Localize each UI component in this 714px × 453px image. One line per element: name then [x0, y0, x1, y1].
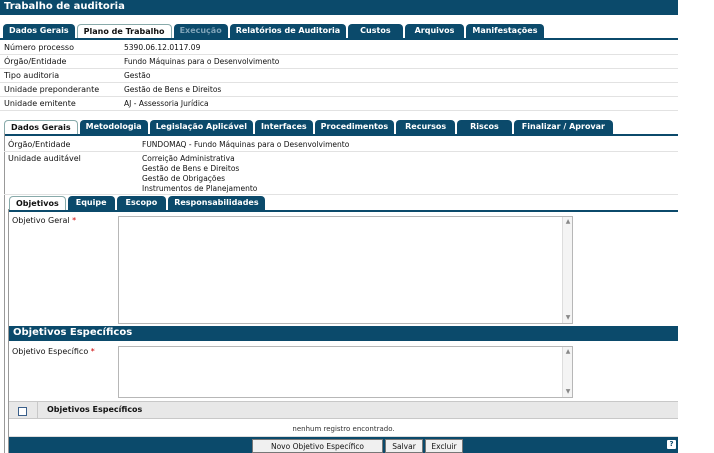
tab-riscos[interactable]: Riscos [457, 120, 512, 134]
tab-metodologia[interactable]: Metodologia [79, 120, 148, 134]
select-all-checkbox[interactable] [18, 407, 27, 416]
tab-relatorios[interactable]: Relatórios de Auditoria [229, 24, 347, 38]
info-row-emitente: Unidade emitente AJ - Assessoria Jurídic… [0, 97, 678, 111]
tab-legislacao[interactable]: Legislação Aplicável [149, 120, 253, 134]
main-tabs: Dados Gerais Plano de Trabalho Execução … [3, 24, 546, 39]
main-tabs-rule [0, 38, 678, 40]
novo-objetivo-button[interactable]: Novo Objetivo Específico [252, 439, 383, 453]
tab-equipe[interactable]: Equipe [67, 196, 115, 210]
plan-orgao-value: FUNDOMAQ - Fundo Máquinas para o Desenvo… [142, 140, 350, 149]
objetivo-geral-label: Objetivo Geral * [12, 216, 76, 225]
tab-plano-de-trabalho[interactable]: Plano de Trabalho [76, 24, 172, 39]
unidade-item: Correição Administrativa [142, 154, 235, 163]
objetivo-geral-textarea[interactable]: ▲ ▼ [118, 216, 573, 324]
unidade-item: Instrumentos de Planejamento [142, 184, 258, 193]
salvar-button[interactable]: Salvar [385, 439, 423, 453]
grid-header: Objetivos Específicos [9, 401, 678, 419]
scroll-down-icon[interactable]: ▼ [564, 314, 572, 322]
info-label: Número processo [4, 43, 74, 52]
tab-procedimentos[interactable]: Procedimentos [314, 120, 395, 134]
tab-finalizar-aprovar[interactable]: Finalizar / Aprovar [513, 120, 613, 134]
column-header-objetivos[interactable]: Objetivos Específicos [37, 402, 142, 418]
plan-info: Órgão/Entidade FUNDOMAQ - Fundo Máquinas… [4, 138, 678, 195]
required-marker: * [90, 347, 95, 356]
tab-manifestacoes[interactable]: Manifestações [466, 24, 544, 38]
info-row-tipo: Tipo auditoria Gestão [0, 69, 678, 83]
scrollbar[interactable]: ▲ ▼ [562, 347, 572, 397]
info-label: Tipo auditoria [4, 71, 60, 80]
info-value: Fundo Máquinas para o Desenvolvimento [124, 57, 280, 66]
scroll-up-icon[interactable]: ▲ [564, 218, 572, 226]
info-label: Órgão/Entidade [4, 57, 67, 66]
objetivo-especifico-textarea[interactable]: ▲ ▼ [118, 346, 573, 398]
info-row-preponderante: Unidade preponderante Gestão de Bens e D… [0, 83, 678, 97]
help-icon[interactable]: ? [667, 440, 676, 449]
unidades-list: Correição Administrativa Gestão de Bens … [142, 154, 257, 194]
plan-orgao-label: Órgão/Entidade [8, 140, 71, 149]
unidade-item: Gestão de Obrigações [142, 174, 226, 183]
plan-row-orgao: Órgão/Entidade FUNDOMAQ - Fundo Máquinas… [4, 138, 678, 152]
empty-message: nenhum registro encontrado. [9, 420, 678, 437]
required-marker: * [72, 216, 77, 225]
tab-execucao[interactable]: Execução [173, 24, 228, 38]
info-label: Unidade emitente [4, 99, 76, 108]
page: Trabalho de auditoria Dados Gerais Plano… [0, 0, 714, 453]
objetivo-especifico-label: Objetivo Específico * [12, 347, 95, 356]
info-value: AJ - Assessoria Jurídica [124, 99, 209, 108]
tab-arquivos[interactable]: Arquivos [404, 24, 465, 38]
info-label: Unidade preponderante [4, 85, 100, 94]
objetivo-geral-label-text: Objetivo Geral [12, 216, 70, 225]
info-value: 5390.06.12.0117.09 [124, 43, 201, 52]
unidade-item: Gestão de Bens e Direitos [142, 164, 240, 173]
info-value: Gestão de Bens e Direitos [124, 85, 222, 94]
excluir-button[interactable]: Excluir [425, 439, 463, 453]
scroll-down-icon[interactable]: ▼ [564, 388, 572, 396]
scroll-up-icon[interactable]: ▲ [564, 348, 572, 356]
info-row-orgao: Órgão/Entidade Fundo Máquinas para o Des… [0, 55, 678, 69]
page-title: Trabalho de auditoria [0, 0, 678, 15]
objetivos-especificos-header: Objetivos Específicos [9, 326, 678, 341]
tab-responsabilidades[interactable]: Responsabilidades [168, 196, 265, 210]
scrollbar[interactable]: ▲ ▼ [562, 217, 572, 323]
objetivo-especifico-label-text: Objetivo Específico [12, 347, 89, 356]
tab-interfaces[interactable]: Interfaces [254, 120, 313, 134]
process-info: Número processo 5390.06.12.0117.09 Órgão… [0, 41, 678, 111]
tab-recursos[interactable]: Recursos [396, 120, 456, 134]
plan-unidade-label: Unidade auditável [8, 154, 81, 163]
plan-row-unidade: Unidade auditável Correição Administrati… [4, 152, 678, 195]
tab-dados-gerais[interactable]: Dados Gerais [3, 24, 75, 38]
tab-custos[interactable]: Custos [348, 24, 403, 38]
info-value: Gestão [124, 71, 151, 80]
info-row-processo: Número processo 5390.06.12.0117.09 [0, 41, 678, 55]
tab-escopo[interactable]: Escopo [116, 196, 167, 210]
